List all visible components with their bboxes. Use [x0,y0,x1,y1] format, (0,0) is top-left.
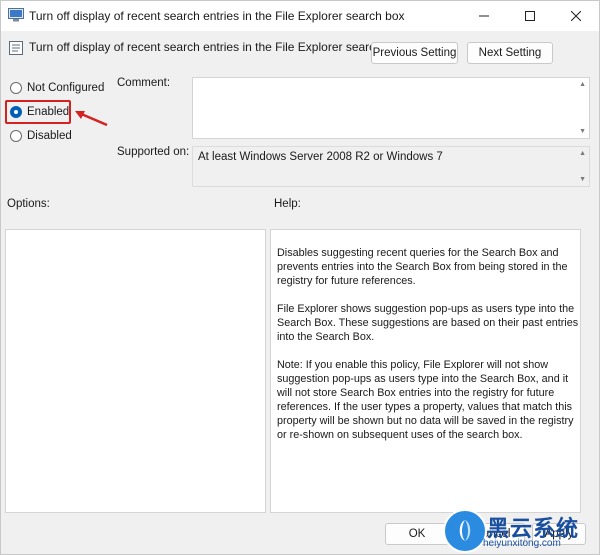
previous-setting-button[interactable]: Previous Setting [371,42,458,64]
supported-on-field: At least Windows Server 2008 R2 or Windo… [192,146,590,187]
help-panel[interactable]: Disables suggesting recent queries for t… [270,229,581,513]
supported-on-label: Supported on: [117,146,190,158]
scroll-up-icon[interactable]: ▲ [579,81,586,88]
watermark-url: heiyunxitong.com [483,538,561,549]
minimize-icon [479,15,489,17]
radio-not-configured[interactable]: Not Configured [10,80,104,96]
policy-editor-icon [8,8,24,22]
policy-name: Turn off display of recent search entrie… [29,40,405,54]
maximize-icon [525,11,535,21]
scroll-down-icon[interactable]: ▼ [579,128,586,135]
annotation-arrow-icon [75,111,108,127]
minimize-button[interactable] [461,1,507,31]
radio-unselected-icon [10,130,22,142]
annotation-highlight-box [5,100,71,124]
window-title: Turn off display of recent search entrie… [29,9,405,23]
comment-label: Comment: [117,77,171,89]
radio-unselected-icon [10,82,22,94]
maximize-button[interactable] [507,1,553,31]
next-setting-button[interactable]: Next Setting [467,42,553,64]
options-label: Options: [7,198,50,210]
radio-label-disabled: Disabled [27,130,72,142]
policy-dialog-window: Turn off display of recent search entrie… [0,0,600,555]
radio-disabled[interactable]: Disabled [10,128,72,144]
watermark-logo: 黑云系统 heiyunxitong.com [443,509,600,555]
scroll-up-icon[interactable]: ▲ [579,150,586,157]
watermark-circle-icon [443,509,487,553]
policy-setting-icon [9,41,23,55]
close-button[interactable] [553,1,599,31]
comment-textarea[interactable]: ▲ ▼ [192,77,590,139]
help-text: Disables suggesting recent queries for t… [277,246,579,456]
help-label: Help: [274,198,301,210]
scroll-down-icon[interactable]: ▼ [579,176,586,183]
supported-on-value: At least Windows Server 2008 R2 or Windo… [198,151,443,163]
help-paragraph: Note: If you enable this policy, File Ex… [277,359,574,441]
close-icon [571,11,581,21]
title-bar[interactable]: Turn off display of recent search entrie… [1,1,599,31]
help-paragraph: File Explorer shows suggestion pop-ups a… [277,303,579,343]
radio-label-not-configured: Not Configured [27,82,105,94]
options-panel [5,229,266,513]
ok-button[interactable]: OK [385,523,449,545]
help-paragraph: Disables suggesting recent queries for t… [277,247,568,287]
